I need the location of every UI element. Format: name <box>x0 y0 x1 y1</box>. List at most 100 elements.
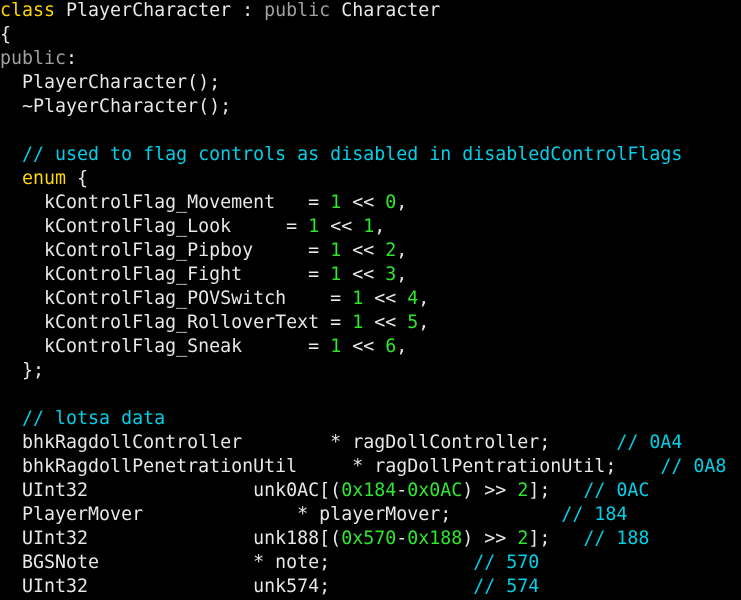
code-line: PlayerCharacter(); <box>0 71 741 95</box>
code-keyword: enum <box>22 168 67 189</box>
code-text: ]; <box>528 528 584 549</box>
code-number: 1 <box>363 216 375 237</box>
code-text: kControlFlag_POVSwitch = <box>0 288 353 309</box>
code-number: 1 <box>330 192 342 213</box>
code-text: << <box>363 288 408 309</box>
code-comment: // 0AC <box>583 480 650 501</box>
code-text: BGSNote * note; <box>0 552 474 573</box>
code-line: UInt32 unk0AC[(0x184-0x0AC) >> 2]; // 0A… <box>0 479 741 503</box>
code-line: bhkRagdollPenetrationUtil * ragDollPentr… <box>0 455 741 479</box>
code-text: }; <box>0 360 45 381</box>
code-text: { <box>66 168 89 189</box>
code-number: 1 <box>352 288 364 309</box>
code-text: << <box>341 336 386 357</box>
code-text: kControlFlag_RolloverText = <box>0 312 353 333</box>
code-number: 2 <box>517 528 529 549</box>
code-text: bhkRagdollController * ragDollController… <box>0 432 617 453</box>
code-comment: // 184 <box>561 504 628 525</box>
code-line: // lotsa data <box>0 407 741 431</box>
code-text: , <box>396 240 408 261</box>
code-number: 0x188 <box>407 528 463 549</box>
code-number: 6 <box>385 336 397 357</box>
code-text: << <box>319 216 364 237</box>
code-line: ~PlayerCharacter(); <box>0 95 741 119</box>
code-line: { <box>0 23 741 47</box>
code-number: 1 <box>352 312 364 333</box>
code-text: ) >> <box>462 480 518 501</box>
code-text: kControlFlag_Fight = <box>0 264 331 285</box>
code-text: Character <box>330 0 441 21</box>
code-text: << <box>363 312 408 333</box>
code-keyword: public <box>264 0 331 21</box>
code-line: kControlFlag_RolloverText = 1 << 5, <box>0 311 741 335</box>
code-comment: // lotsa data <box>0 408 166 429</box>
code-number: 5 <box>407 312 419 333</box>
code-text: , <box>418 312 430 333</box>
code-text: PlayerMover * playerMover; <box>0 504 562 525</box>
code-text: , <box>418 288 430 309</box>
code-comment: // used to flag controls as disabled in … <box>0 144 683 165</box>
code-text: UInt32 unk574; <box>0 576 474 597</box>
code-number: 2 <box>385 240 397 261</box>
code-text: kControlFlag_Sneak = <box>0 336 331 357</box>
code-number: 1 <box>330 240 342 261</box>
code-comment: // 570 <box>473 552 540 573</box>
code-text: UInt32 unk0AC[( <box>0 480 342 501</box>
code-number: 1 <box>308 216 320 237</box>
code-text: bhkRagdollPenetrationUtil * ragDollPentr… <box>0 456 661 477</box>
code-text: kControlFlag_Look = <box>0 216 309 237</box>
code-line: PlayerMover * playerMover; // 184 <box>0 503 741 527</box>
code-text: ]; <box>528 480 584 501</box>
code-keyword: class <box>0 0 56 21</box>
code-text: kControlFlag_Movement = <box>0 192 331 213</box>
code-number: 4 <box>407 288 419 309</box>
code-line: }; <box>0 359 741 383</box>
code-line: enum { <box>0 167 741 191</box>
code-line: // used to flag controls as disabled in … <box>0 143 741 167</box>
code-keyword: public <box>0 48 67 69</box>
code-text: PlayerCharacter : <box>55 0 265 21</box>
code-line: kControlFlag_Movement = 1 << 0, <box>0 191 741 215</box>
code-comment: // 0A8 <box>660 456 727 477</box>
code-text: , <box>396 192 408 213</box>
code-number: 2 <box>517 480 529 501</box>
code-text: ) >> <box>462 528 518 549</box>
code-text: - <box>396 480 408 501</box>
code-number: 1 <box>330 264 342 285</box>
code-text: kControlFlag_Pipboy = <box>0 240 331 261</box>
code-comment: // 574 <box>473 576 540 597</box>
code-text: - <box>396 528 408 549</box>
code-editor[interactable]: class PlayerCharacter : public Character… <box>0 0 741 600</box>
code-text: : <box>66 48 78 69</box>
code-text: << <box>341 192 386 213</box>
code-comment: // 188 <box>583 528 650 549</box>
code-line: class PlayerCharacter : public Character <box>0 0 741 23</box>
code-line: kControlFlag_Look = 1 << 1, <box>0 215 741 239</box>
code-text: { <box>0 24 12 45</box>
code-line: bhkRagdollController * ragDollController… <box>0 431 741 455</box>
code-line: public: <box>0 47 741 71</box>
code-number: 3 <box>385 264 397 285</box>
code-number: 1 <box>330 336 342 357</box>
code-line: UInt32 unk574; // 574 <box>0 575 741 599</box>
code-number: 0x0AC <box>407 480 463 501</box>
code-text: << <box>341 264 386 285</box>
code-comment: // 0A4 <box>616 432 683 453</box>
code-line: kControlFlag_Fight = 1 << 3, <box>0 263 741 287</box>
code-line: UInt32 unk188[(0x570-0x188) >> 2]; // 18… <box>0 527 741 551</box>
code-text: ~PlayerCharacter(); <box>0 96 232 117</box>
code-text: , <box>396 336 408 357</box>
code-number: 0x570 <box>341 528 397 549</box>
code-line: kControlFlag_POVSwitch = 1 << 4, <box>0 287 741 311</box>
code-line: BGSNote * note; // 570 <box>0 551 741 575</box>
code-number: 0 <box>385 192 397 213</box>
code-text: PlayerCharacter(); <box>0 72 221 93</box>
code-text: , <box>374 216 386 237</box>
code-line: kControlFlag_Sneak = 1 << 6, <box>0 335 741 359</box>
code-number: 0x184 <box>341 480 397 501</box>
code-text: UInt32 unk188[( <box>0 528 342 549</box>
code-line: kControlFlag_Pipboy = 1 << 2, <box>0 239 741 263</box>
